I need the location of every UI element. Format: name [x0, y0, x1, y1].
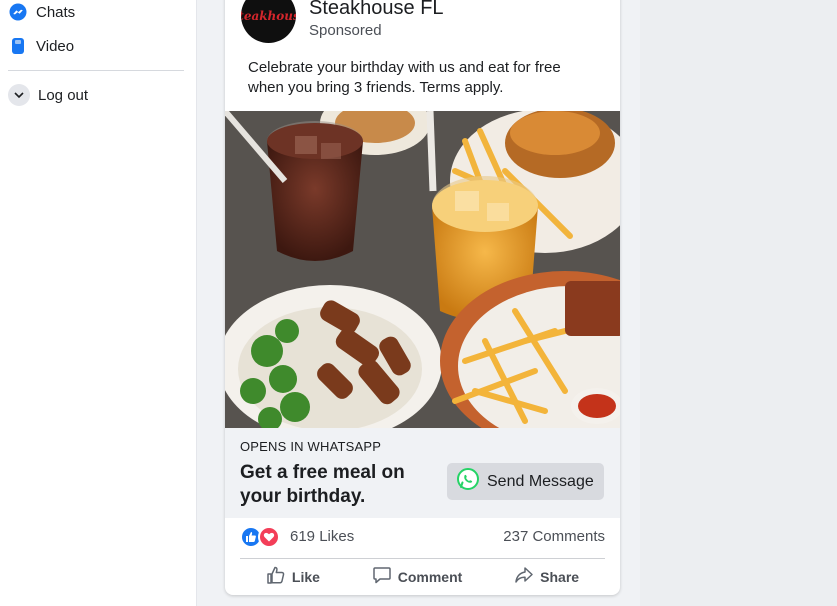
- like-label: Like: [291, 569, 320, 585]
- food-photo: [225, 111, 620, 428]
- reaction-icons[interactable]: [240, 526, 280, 548]
- share-label: Share: [540, 569, 580, 585]
- sidebar-item-label: Log out: [38, 86, 89, 104]
- page-name[interactable]: Steakhouse FL: [309, 0, 444, 20]
- sponsored-label: Sponsored: [309, 22, 382, 39]
- comment-icon: [372, 565, 392, 590]
- comments-count[interactable]: 237 Comments: [503, 528, 605, 545]
- messenger-icon: [8, 2, 28, 22]
- whatsapp-icon: [456, 467, 480, 496]
- likes-count[interactable]: 619 Likes: [290, 528, 354, 545]
- post-actions: Like Comment Share: [240, 564, 605, 590]
- comment-button[interactable]: Comment: [372, 565, 463, 590]
- reactions-row: 619 Likes 237 Comments: [240, 524, 605, 550]
- love-reaction-icon: [258, 526, 280, 548]
- sidebar-item-logout[interactable]: Log out: [8, 80, 88, 110]
- like-button[interactable]: Like: [266, 565, 320, 590]
- sidebar-item-label: Video: [36, 37, 75, 55]
- post-text: Celebrate your birthday with us and eat …: [248, 59, 561, 96]
- video-icon: [8, 36, 28, 56]
- page-avatar[interactable]: Steakhouse: [241, 0, 296, 43]
- chevron-down-icon: [8, 84, 30, 106]
- post-image-food-drinks[interactable]: [225, 111, 620, 428]
- send-message-label: Send Message: [487, 472, 594, 490]
- sponsored-post-card: Steakhouse Steakhouse FL Sponsored Celeb…: [225, 0, 620, 595]
- sidebar-item-video[interactable]: Video: [8, 31, 74, 61]
- sidebar-item-chats[interactable]: Chats: [8, 0, 75, 27]
- thumbs-up-icon: [266, 565, 286, 590]
- left-sidebar: Chats Video Log out: [0, 0, 197, 606]
- actions-divider: [240, 558, 605, 559]
- cta-caption: OPENS IN WHATSAPP: [240, 439, 382, 454]
- cta-headline[interactable]: Get a free meal on your birthday.: [240, 461, 440, 509]
- sidebar-item-label: Chats: [36, 3, 76, 21]
- share-button[interactable]: Share: [514, 565, 579, 590]
- send-message-button[interactable]: Send Message: [447, 463, 604, 500]
- sidebar-divider: [8, 70, 184, 71]
- comment-label: Comment: [397, 569, 463, 585]
- right-panel: [640, 0, 837, 606]
- cta-box: OPENS IN WHATSAPP Get a free meal on you…: [225, 428, 620, 518]
- avatar-logo-text: Steakhouse: [241, 8, 296, 23]
- share-icon: [514, 565, 534, 590]
